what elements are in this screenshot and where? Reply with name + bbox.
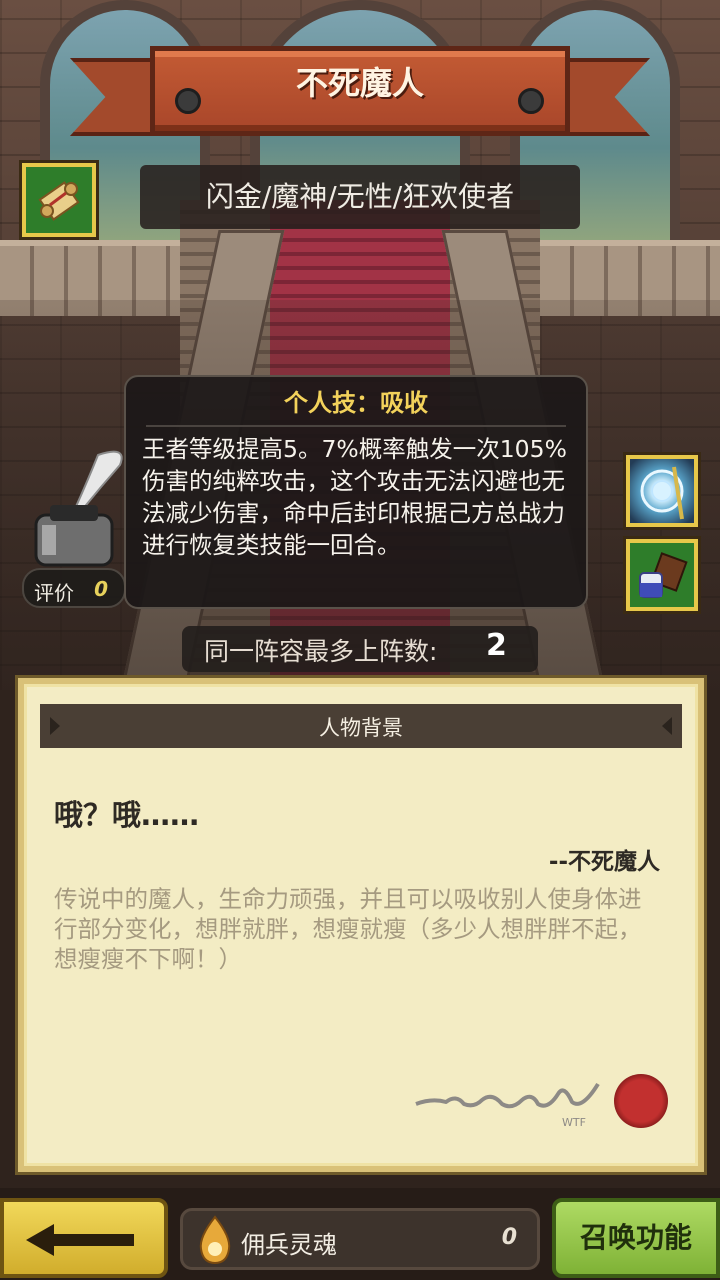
summon-button[interactable]: 召唤功能 bbox=[552, 1198, 720, 1278]
team-limit-value: 2 bbox=[486, 628, 507, 663]
soul-currency-bar: 佣兵灵魂 0 bbox=[180, 1208, 540, 1270]
magic-circle-icon bbox=[640, 466, 684, 520]
hero-tags: 闪金/魔神/无性/狂欢使者 bbox=[205, 180, 515, 213]
potion-chocolate-icon bbox=[639, 552, 688, 598]
hero-story: 传说中的魔人，生命力顽强，并且可以吸收别人使身体进行部分变化，想胖就胖，想瘦就瘦… bbox=[54, 885, 642, 973]
background-tab-bar: 人物背景 bbox=[40, 704, 682, 748]
hero-name: 不死魔人 bbox=[295, 64, 424, 102]
background-tab-title: 人物背景 bbox=[319, 716, 403, 740]
soul-label: 佣兵灵魂 bbox=[241, 1231, 337, 1259]
rating-value: 0 bbox=[94, 577, 108, 601]
back-arrow-icon bbox=[26, 1224, 134, 1256]
soul-flame-icon bbox=[199, 1215, 231, 1265]
team-limit-bar: 同一阵容最多上阵数: 2 bbox=[182, 626, 538, 672]
skill-title: 个人技：吸收 bbox=[284, 389, 428, 417]
rating-label: 评价 bbox=[34, 581, 74, 605]
magic-skill-button[interactable] bbox=[626, 455, 698, 527]
signature: WTF bbox=[415, 1082, 600, 1129]
hero-quote: 哦？哦…… bbox=[54, 798, 200, 832]
skill-description: 王者等级提高5。7%概率触发一次105%伤害的纯粹攻击，这个攻击无法闪避也无法减… bbox=[142, 435, 567, 559]
wax-seal-icon bbox=[614, 1074, 668, 1128]
scroll-icon bbox=[38, 181, 80, 221]
summon-button-label: 召唤功能 bbox=[579, 1221, 692, 1254]
soul-count: 0 bbox=[501, 1225, 517, 1250]
skill-panel: 个人技：吸收 王者等级提高5。7%概率触发一次105%伤害的纯粹攻击，这个攻击无… bbox=[124, 375, 588, 609]
signature-mark: WTF bbox=[562, 1116, 586, 1129]
hero-tags-bar: 闪金/魔神/无性/狂欢使者 bbox=[140, 165, 580, 229]
back-button[interactable] bbox=[0, 1198, 168, 1278]
quote-author: --不死魔人 bbox=[548, 849, 660, 875]
rating-badge: 评价 0 bbox=[22, 568, 126, 608]
tab-right-arrow-icon[interactable] bbox=[662, 717, 672, 735]
quill-ink-icon bbox=[34, 450, 123, 567]
scroll-button[interactable] bbox=[22, 163, 96, 237]
divider bbox=[146, 425, 566, 427]
team-limit-label: 同一阵容最多上阵数: bbox=[204, 637, 438, 666]
background-card: 人物背景 哦？哦…… --不死魔人 传说中的魔人，生命力顽强，并且可以吸收别人使… bbox=[18, 678, 704, 1172]
item-button[interactable] bbox=[626, 539, 698, 611]
